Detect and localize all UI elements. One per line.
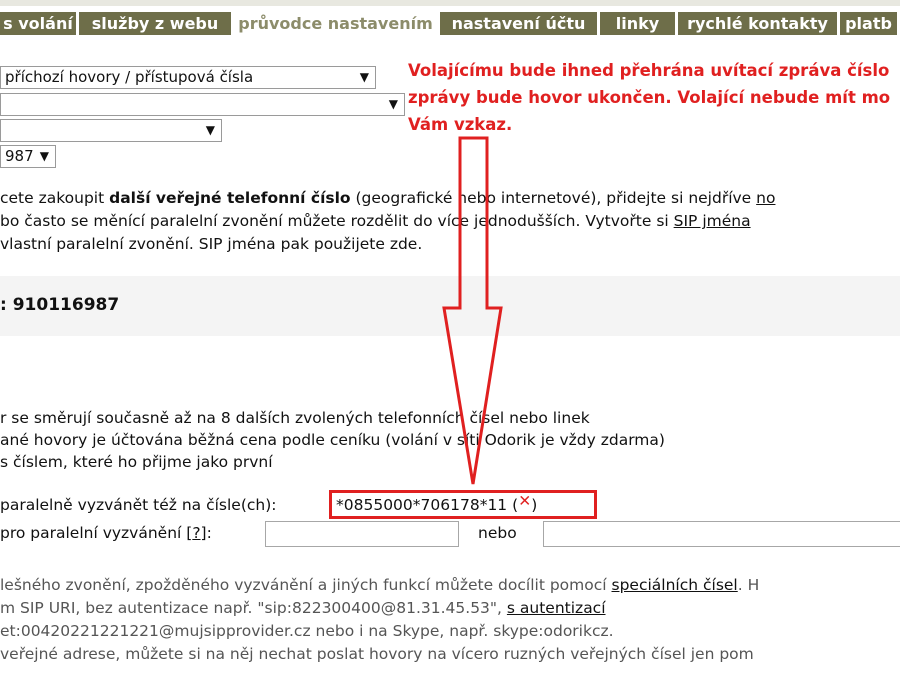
down-arrow-icon xyxy=(442,136,503,485)
annotation-arrow xyxy=(442,136,503,485)
